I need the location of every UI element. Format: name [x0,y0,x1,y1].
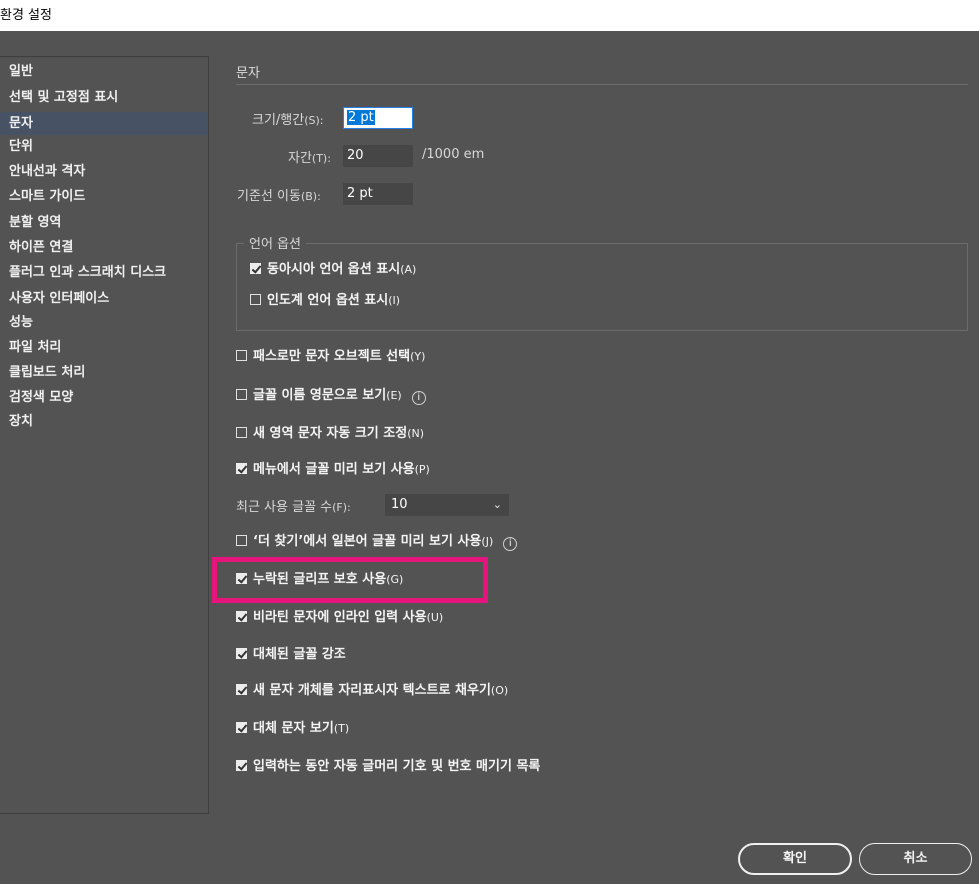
sidebar-item-smart-guides[interactable]: 스마트 가이드 [0,185,208,208]
sidebar-item-black-appearance[interactable]: 검정색 모양 [0,386,208,409]
sidebar-item-type[interactable]: 문자 [0,112,208,135]
sidebar-item-hyphenation[interactable]: 하이픈 연결 [0,236,208,259]
recent-fonts-value: 10 [391,497,408,512]
baseline-shift-input[interactable]: 2 pt [343,183,413,205]
sidebar-item-file-handling[interactable]: 파일 처리 [0,336,208,359]
sidebar-item-selection-anchor-display[interactable]: 선택 및 고정점 표시 [0,86,208,109]
ok-button[interactable]: 확인 [738,843,852,875]
checkbox-checked-icon [236,573,247,584]
checkbox-checked-icon [236,722,247,733]
section-divider [236,84,968,85]
checkbox-checked-icon [250,263,261,274]
title-bar: 환경 설정 [0,0,979,31]
checkbox-checked-icon [236,611,247,622]
japanese-font-preview-checkbox[interactable]: ‘더 찾기’에서 일본어 글꼴 미리 보기 사용(J) i [236,532,518,552]
size-leading-input[interactable]: 2 pt [343,107,413,129]
cancel-button[interactable]: 취소 [859,843,972,875]
sidebar-item-units[interactable]: 단위 [0,135,208,158]
checkbox-unchecked-icon [250,294,261,305]
tracking-label: 자간(T): [288,151,331,166]
checkbox-checked-icon [236,684,247,695]
sidebar-item-plugins-scratch-disks[interactable]: 플러그 인과 스크래치 디스크 [0,261,208,284]
font-names-english-checkbox[interactable]: 글꼴 이름 영문으로 보기(E) i [236,386,426,406]
sidebar-item-user-interface[interactable]: 사용자 인터페이스 [0,287,208,310]
auto-bullet-numbering-checkbox[interactable]: 입력하는 동안 자동 글머리 기호 및 번호 매기기 목록 [236,757,540,777]
checkbox-checked-icon [236,760,247,771]
highlight-substituted-fonts-checkbox[interactable]: 대체된 글꼴 강조 [236,645,346,665]
indic-options-checkbox[interactable]: 인도계 언어 옵션 표시(I) [250,291,400,311]
sidebar-item-slices[interactable]: 분할 영역 [0,211,208,234]
inline-input-non-latin-checkbox[interactable]: 비라틴 문자에 인라인 입력 사용(U) [236,608,443,628]
section-title: 문자 [236,66,260,81]
tracking-unit: /1000 em [422,147,485,162]
sidebar-item-guides-grid[interactable]: 안내선과 격자 [0,160,208,183]
checkbox-checked-icon [236,648,247,659]
checkbox-unchecked-icon [236,535,247,546]
info-icon[interactable]: i [411,391,426,405]
font-preview-menu-checkbox[interactable]: 메뉴에서 글꼴 미리 보기 사용(P) [236,460,430,480]
checkbox-unchecked-icon [236,389,247,400]
category-sidebar: 일반 선택 및 고정점 표시 문자 단위 안내선과 격자 스마트 가이드 분할 … [0,56,209,814]
baseline-shift-label: 기준선 이동(B): [237,189,321,204]
info-icon[interactable]: i [503,537,518,551]
size-leading-value: 2 pt [347,110,375,125]
sidebar-item-devices[interactable]: 장치 [0,410,208,433]
auto-size-area-type-checkbox[interactable]: 새 영역 문자 자동 크기 조정(N) [236,424,424,444]
sidebar-item-clipboard-handling[interactable]: 클립보드 처리 [0,361,208,384]
show-alternate-glyphs-checkbox[interactable]: 대체 문자 보기(T) [236,719,349,739]
language-options-group [236,243,968,331]
fill-with-placeholder-checkbox[interactable]: 새 문자 개체를 자리표시자 텍스트로 채우기(O) [236,681,508,701]
type-object-path-only-checkbox[interactable]: 패스로만 문자 오브젝트 선택(Y) [236,347,425,367]
language-options-title: 언어 옵션 [244,233,306,252]
chevron-down-icon: ⌄ [492,498,502,511]
checkbox-unchecked-icon [236,350,247,361]
sidebar-item-performance[interactable]: 성능 [0,311,208,334]
checkbox-checked-icon [236,463,247,474]
window-title: 환경 설정 [0,8,52,23]
east-asian-options-checkbox[interactable]: 동아시아 언어 옵션 표시(A) [250,260,416,280]
recent-fonts-select[interactable]: 10 ⌄ [385,494,509,516]
sidebar-item-general[interactable]: 일반 [0,60,208,83]
missing-glyph-protection-checkbox[interactable]: 누락된 글리프 보호 사용(G) [236,570,403,590]
recent-fonts-label: 최근 사용 글꼴 수(F): [236,500,351,515]
tracking-input[interactable]: 20 [343,145,413,167]
size-leading-label: 크기/행간(S): [252,113,324,128]
checkbox-unchecked-icon [236,427,247,438]
